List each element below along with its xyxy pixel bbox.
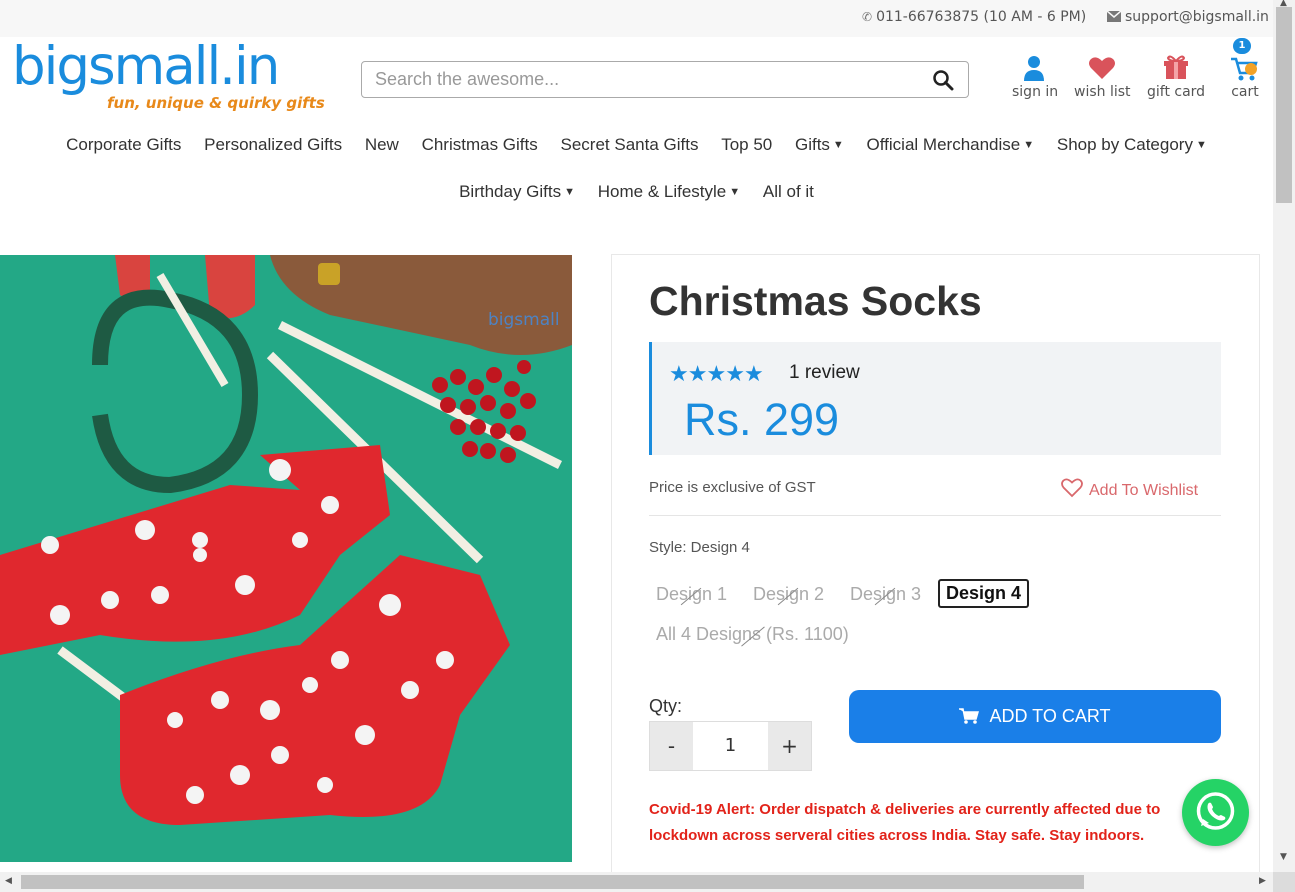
nav-personalized-gifts[interactable]: Personalized Gifts bbox=[204, 135, 342, 155]
giftcard-link[interactable]: gift card bbox=[1147, 52, 1205, 100]
rating-stars[interactable]: ★★★★★ bbox=[669, 362, 764, 387]
logo-tagline: fun, unique & quirky gifts bbox=[107, 94, 325, 112]
caret-down-icon: ▼ bbox=[729, 186, 741, 198]
add-to-cart-label: ADD TO CART bbox=[989, 706, 1111, 726]
product-title: Christmas Socks bbox=[649, 278, 982, 324]
quantity-decrease-button[interactable]: - bbox=[650, 722, 693, 770]
main-nav-row-2: Birthday Gifts ▼ Home & Lifestyle ▼ All of… bbox=[0, 182, 1273, 202]
quantity-input[interactable]: 1 bbox=[693, 722, 768, 770]
phone-text: 011-66763875 (10 AM - 6 PM) bbox=[876, 9, 1087, 25]
nav-all-of-it[interactable]: All of it bbox=[763, 182, 814, 202]
covid-alert: Covid-19 Alert: Order dispatch & deliver… bbox=[649, 801, 1161, 844]
style-label: Style: Design 4 bbox=[649, 539, 750, 556]
star-icon: ★ bbox=[743, 362, 764, 387]
user-icon bbox=[1024, 56, 1044, 81]
scroll-right-arrow-icon[interactable]: ▶ bbox=[1259, 876, 1266, 886]
giftcard-label: gift card bbox=[1147, 84, 1206, 100]
nav-gifts-dropdown[interactable]: Gifts ▼ bbox=[795, 135, 844, 155]
option-design-4-selected[interactable]: Design 4 bbox=[938, 579, 1030, 608]
review-count-link[interactable]: 1 review bbox=[789, 362, 860, 384]
nav-official-merchandise-label: Official Merchandise bbox=[866, 135, 1021, 154]
star-icon: ★ bbox=[706, 362, 726, 387]
nav-home-lifestyle-label: Home & Lifestyle bbox=[597, 182, 727, 201]
logo-wordmark: bigsmall.in bbox=[12, 36, 280, 97]
nav-home-lifestyle-dropdown[interactable]: Home & Lifestyle ▼ bbox=[598, 182, 740, 202]
cart-icon bbox=[1231, 57, 1258, 81]
product-price: Rs. 299 bbox=[684, 394, 840, 445]
caret-down-icon: ▼ bbox=[832, 139, 844, 151]
svg-text:bigsmall: bigsmall bbox=[488, 310, 560, 330]
phone-contact[interactable]: ✆ 011-66763875 (10 AM - 6 PM) bbox=[862, 9, 1086, 25]
option-label: All 4 Designs (Rs. 1100) bbox=[656, 624, 849, 644]
nav-official-merchandise-dropdown[interactable]: Official Merchandise ▼ bbox=[867, 135, 1035, 155]
nav-birthday-gifts-dropdown[interactable]: Birthday Gifts ▼ bbox=[459, 182, 575, 202]
caret-down-icon: ▼ bbox=[564, 186, 576, 198]
site-logo[interactable]: bigsmall.in fun, unique & quirky gifts bbox=[12, 36, 325, 116]
top-contact-bar: ✆ 011-66763875 (10 AM - 6 PM) support@big… bbox=[0, 0, 1273, 37]
quantity-stepper: - 1 + bbox=[649, 721, 812, 771]
nav-top-50[interactable]: Top 50 bbox=[721, 135, 772, 155]
add-to-wishlist-button[interactable]: Add To Wishlist bbox=[1061, 478, 1198, 500]
quantity-label: Qty: bbox=[649, 696, 683, 716]
star-icon: ★ bbox=[669, 362, 689, 387]
whatsapp-chat-button[interactable] bbox=[1182, 779, 1249, 846]
nav-new[interactable]: New bbox=[365, 135, 399, 155]
signin-link[interactable]: sign in bbox=[1012, 52, 1059, 100]
search-input[interactable] bbox=[362, 62, 902, 97]
option-design-1[interactable]: Design 1 bbox=[656, 584, 727, 606]
email-contact[interactable]: support@bigsmall.in bbox=[1106, 9, 1269, 25]
caret-down-icon: ▼ bbox=[1023, 139, 1035, 151]
email-text: support@bigsmall.in bbox=[1125, 9, 1269, 25]
wishlist-link[interactable]: wish list bbox=[1074, 52, 1131, 100]
add-to-wishlist-label: Add To Wishlist bbox=[1089, 482, 1199, 499]
scroll-down-arrow-icon[interactable]: ▼ bbox=[1280, 852, 1287, 862]
gift-icon bbox=[1164, 55, 1188, 79]
search-icon[interactable] bbox=[932, 69, 954, 91]
gst-note: Price is exclusive of GST bbox=[649, 479, 816, 496]
cart-link[interactable]: cart bbox=[1226, 52, 1264, 100]
phone-icon: ✆ bbox=[862, 10, 873, 24]
cart-icon bbox=[959, 708, 980, 724]
search-bar bbox=[361, 61, 969, 98]
product-image[interactable]: bigsmall bbox=[0, 255, 572, 862]
whatsapp-icon bbox=[1196, 792, 1235, 830]
christmas-socks-photo: bigsmall bbox=[0, 255, 572, 862]
option-all-4-designs[interactable]: All 4 Designs (Rs. 1100) bbox=[656, 624, 849, 647]
signin-label: sign in bbox=[1012, 84, 1059, 100]
envelope-icon bbox=[1106, 10, 1122, 24]
horizontal-scroll-thumb[interactable] bbox=[21, 875, 1084, 889]
nav-shop-by-category-label: Shop by Category bbox=[1056, 135, 1193, 154]
heart-icon bbox=[1089, 57, 1115, 79]
cart-count-badge: 1 bbox=[1233, 38, 1251, 54]
nav-shop-by-category-dropdown[interactable]: Shop by Category ▼ bbox=[1057, 135, 1207, 155]
star-icon: ★ bbox=[687, 362, 708, 387]
nav-gifts-label: Gifts bbox=[794, 135, 830, 154]
option-design-2[interactable]: Design 2 bbox=[753, 584, 824, 606]
nav-corporate-gifts[interactable]: Corporate Gifts bbox=[66, 135, 181, 155]
wishlist-label: wish list bbox=[1074, 84, 1131, 100]
add-to-cart-button[interactable]: ADD TO CART bbox=[849, 690, 1221, 743]
option-design-3[interactable]: Design 3 bbox=[850, 584, 921, 606]
star-icon: ★ bbox=[725, 362, 745, 387]
nav-birthday-gifts-label: Birthday Gifts bbox=[459, 182, 562, 201]
scroll-left-arrow-icon[interactable]: ◀ bbox=[5, 876, 12, 886]
vertical-scrollbar[interactable]: ▲ ▼ bbox=[1273, 0, 1295, 872]
quantity-increase-button[interactable]: + bbox=[768, 722, 811, 770]
caret-down-icon: ▼ bbox=[1195, 139, 1207, 151]
scrollbar-corner bbox=[1273, 872, 1295, 892]
heart-outline-icon bbox=[1061, 478, 1083, 498]
divider bbox=[649, 515, 1221, 516]
cart-label: cart bbox=[1231, 84, 1259, 100]
vertical-scroll-thumb[interactable] bbox=[1276, 7, 1292, 203]
horizontal-scrollbar[interactable]: ◀ ▶ bbox=[0, 872, 1273, 892]
nav-secret-santa-gifts[interactable]: Secret Santa Gifts bbox=[561, 135, 699, 155]
main-nav-row-1: Corporate Gifts Personalized Gifts New C… bbox=[0, 135, 1273, 155]
nav-christmas-gifts[interactable]: Christmas Gifts bbox=[422, 135, 538, 155]
